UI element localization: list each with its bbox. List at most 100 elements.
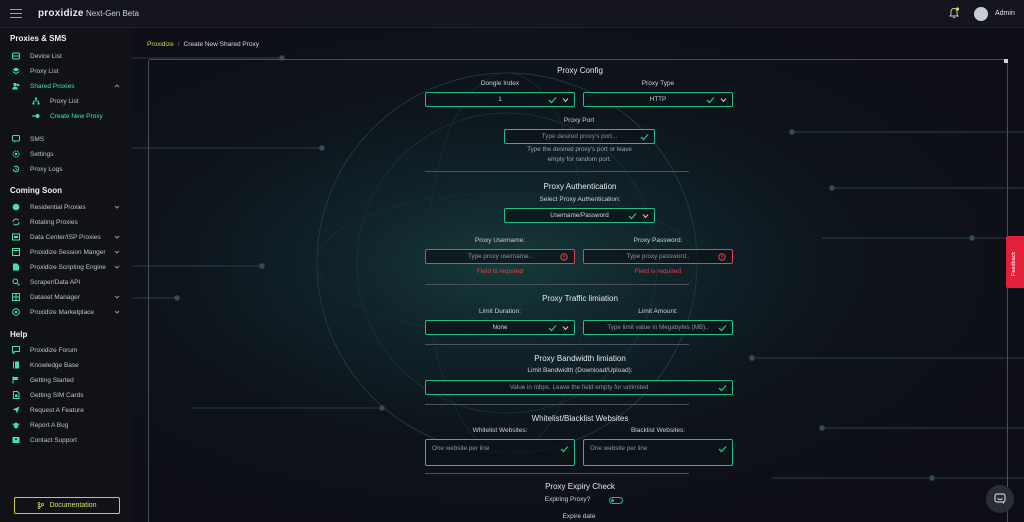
chevron-down-icon[interactable] bbox=[113, 248, 121, 256]
proxy-port-input[interactable]: Type desired proxy's port... bbox=[504, 129, 655, 144]
proxy-username-input[interactable]: Type proxy username.. bbox=[425, 249, 575, 264]
check-icon bbox=[560, 446, 569, 453]
device-icon bbox=[12, 52, 20, 60]
proxy-password-input[interactable]: Type proxy password.. bbox=[583, 249, 733, 264]
whitelist-textarea[interactable]: One website per line bbox=[425, 439, 575, 466]
section-title-traffic-limitation: Proxy Traffic limiation bbox=[542, 294, 618, 303]
sidebar-item-dataset-manager[interactable]: Dataset Manager bbox=[12, 291, 127, 303]
sidebar-item-datacenter-proxies[interactable]: Data Center/ISP Proxies bbox=[12, 231, 127, 243]
sidebar-item-proxy-logs[interactable]: Proxy Logs bbox=[12, 163, 127, 175]
sim-card-icon bbox=[12, 391, 20, 399]
bell-icon[interactable] bbox=[948, 7, 960, 19]
section-title-expiry-check: Proxy Expiry Check bbox=[545, 482, 615, 491]
gear-icon bbox=[12, 150, 20, 158]
sidebar: Proxies & SMS Device List Proxy List Sha… bbox=[0, 28, 132, 522]
chevron-down-icon[interactable] bbox=[113, 293, 121, 301]
proxy-type-label: Proxy Type bbox=[641, 80, 675, 87]
history-icon bbox=[12, 165, 20, 173]
avatar[interactable] bbox=[974, 7, 988, 21]
proxy-port-hint: Type the desired proxy's port or leave e… bbox=[527, 146, 632, 163]
whitelist-label: Whitelist Websites: bbox=[472, 427, 528, 434]
server-icon bbox=[12, 233, 20, 241]
check-icon bbox=[548, 325, 557, 332]
expiring-proxy-toggle[interactable] bbox=[609, 497, 623, 504]
password-error-text: Field is required bbox=[634, 268, 682, 275]
search-icon bbox=[12, 278, 20, 286]
send-icon bbox=[12, 406, 20, 414]
rotate-icon bbox=[12, 218, 20, 226]
sidebar-item-getting-started[interactable]: Getting Started bbox=[12, 374, 127, 386]
bandwidth-label: Limit Bandwidth (Download/Upload): bbox=[527, 367, 633, 374]
sidebar-item-knowledge-base[interactable]: Knowledge Base bbox=[12, 359, 127, 371]
sidebar-item-session-manager[interactable]: Proxidize Session Manger bbox=[12, 246, 127, 258]
check-icon bbox=[548, 97, 557, 104]
bandwidth-input[interactable]: Value in mbps. Leave the field empty for… bbox=[425, 380, 733, 395]
users-icon bbox=[12, 82, 20, 90]
chevron-down-icon bbox=[720, 98, 727, 103]
chevron-down-icon[interactable] bbox=[113, 263, 121, 271]
check-icon bbox=[718, 325, 727, 332]
check-icon bbox=[718, 385, 727, 392]
section-title-coming-soon: Coming Soon bbox=[10, 186, 62, 195]
plus-key-icon bbox=[32, 112, 40, 120]
bug-icon bbox=[12, 421, 20, 429]
dongle-index-select[interactable]: 1 bbox=[425, 92, 575, 107]
sidebar-item-settings[interactable]: Settings bbox=[12, 148, 127, 160]
chevron-down-icon[interactable] bbox=[113, 308, 121, 316]
sidebar-item-shared-proxies[interactable]: Shared Proxies bbox=[12, 80, 127, 92]
error-icon bbox=[560, 253, 568, 261]
app-logo[interactable]: proxidize bbox=[38, 8, 84, 19]
user-name[interactable]: Admin bbox=[995, 10, 1015, 17]
chevron-up-icon[interactable] bbox=[113, 82, 121, 90]
menu-icon[interactable] bbox=[10, 9, 22, 18]
section-title-proxy-config: Proxy Config bbox=[557, 66, 603, 75]
auth-select-label: Select Proxy Authentication: bbox=[539, 196, 621, 203]
auth-type-select[interactable]: Username/Password bbox=[504, 208, 655, 223]
section-title-proxy-authentication: Proxy Authentication bbox=[543, 182, 617, 191]
sidebar-item-request-feature[interactable]: Request A Feature bbox=[12, 404, 127, 416]
check-icon bbox=[718, 446, 727, 453]
proxy-password-label: Proxy Password: bbox=[633, 237, 683, 244]
file-icon bbox=[12, 263, 20, 271]
feedback-tab[interactable]: Feedback bbox=[1006, 236, 1024, 288]
sidebar-item-sms[interactable]: SMS bbox=[12, 133, 127, 145]
sidebar-item-shared-proxy-list[interactable]: Proxy List bbox=[32, 95, 127, 107]
section-title-proxies: Proxies & SMS bbox=[10, 34, 67, 43]
sidebar-item-create-new-proxy[interactable]: Create New Proxy bbox=[32, 110, 127, 122]
flag-icon bbox=[12, 376, 20, 384]
sidebar-item-sim-cards[interactable]: Getting SIM Cards bbox=[12, 389, 127, 401]
breadcrumb: Proxidize / Create New Shared Proxy bbox=[147, 41, 260, 48]
top-bar: proxidize Next-Gen Beta Admin bbox=[0, 0, 1024, 28]
chevron-down-icon bbox=[562, 98, 569, 103]
sidebar-item-scraper-api[interactable]: Scraper/Data API bbox=[12, 276, 127, 288]
chevron-down-icon[interactable] bbox=[113, 203, 121, 211]
app-subtitle: Next-Gen Beta bbox=[86, 9, 139, 18]
branch-icon bbox=[38, 502, 45, 509]
check-icon bbox=[628, 213, 637, 220]
documentation-button[interactable]: Documentation bbox=[14, 497, 120, 514]
chevron-down-icon[interactable] bbox=[113, 233, 121, 241]
sidebar-item-forum[interactable]: Proxidize Forum bbox=[12, 344, 127, 356]
section-title-help: Help bbox=[10, 330, 28, 339]
breadcrumb-root[interactable]: Proxidize bbox=[147, 41, 174, 48]
globe-icon bbox=[12, 203, 20, 211]
blacklist-textarea[interactable]: One website per line bbox=[583, 439, 733, 466]
book-icon bbox=[12, 361, 20, 369]
sidebar-item-contact-support[interactable]: Contact Support bbox=[12, 434, 127, 446]
chat-bubble-icon bbox=[994, 493, 1006, 504]
layers-icon bbox=[12, 67, 20, 75]
check-icon bbox=[640, 134, 649, 141]
limit-amount-input[interactable]: Type limit value in Megabytes (MB).. bbox=[583, 320, 733, 335]
sidebar-item-residential-proxies[interactable]: Residential Proxies bbox=[12, 201, 127, 213]
chat-widget-button[interactable] bbox=[986, 485, 1014, 513]
sidebar-item-rotating-proxies[interactable]: Rotating Proxies bbox=[12, 216, 127, 228]
sidebar-item-device-list[interactable]: Device List bbox=[12, 50, 127, 62]
sidebar-item-report-bug[interactable]: Report A Bug bbox=[12, 419, 127, 431]
limit-duration-select[interactable]: None bbox=[425, 320, 575, 335]
tree-icon bbox=[32, 97, 40, 105]
sidebar-item-marketplace[interactable]: Proxidize Marketplace bbox=[12, 306, 127, 318]
sidebar-item-proxy-list[interactable]: Proxy List bbox=[12, 65, 127, 77]
contact-icon bbox=[12, 436, 20, 444]
sidebar-item-scripting-engine[interactable]: Proxidize Scripting Engine bbox=[12, 261, 127, 273]
proxy-type-select[interactable]: HTTP bbox=[583, 92, 733, 107]
